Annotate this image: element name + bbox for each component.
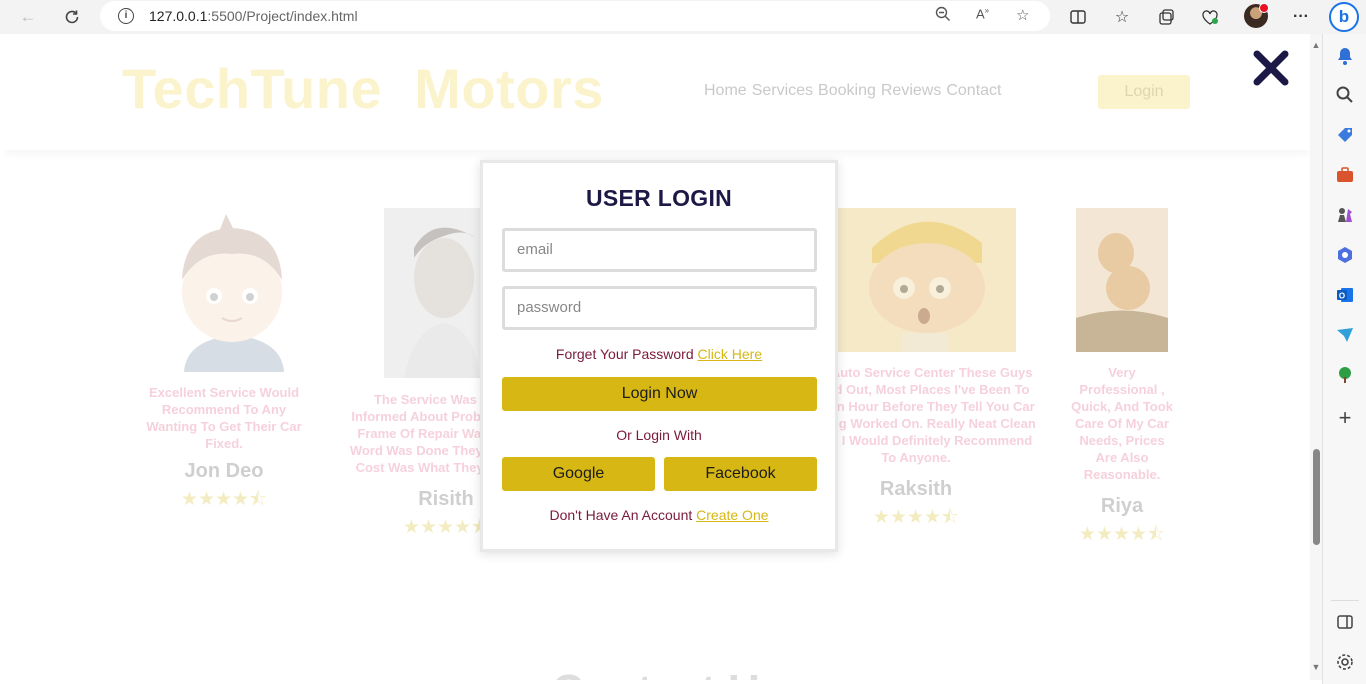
tools-briefcase-icon[interactable] [1335, 165, 1355, 185]
browser-toolbar: ← i 127.0.0.1:5500/Project/index.html A»… [0, 0, 1366, 34]
rating-stars: ★★★★⯪ [180, 489, 268, 510]
login-now-button[interactable]: Login Now [502, 377, 817, 411]
login-modal: USER LOGIN email password Forget Your Pa… [480, 160, 838, 552]
notifications-icon[interactable] [1335, 46, 1355, 66]
rating-stars: ★★★★⯪ [1078, 524, 1166, 545]
reviewer-photo-jon [182, 214, 284, 372]
url-text[interactable]: 127.0.0.1:5500/Project/index.html [149, 8, 358, 24]
page-scrollbar[interactable]: ▲ ▼ [1310, 34, 1322, 680]
nav-home[interactable]: Home [704, 82, 747, 100]
scroll-up-icon[interactable]: ▲ [1311, 40, 1321, 50]
edge-sidebar: O + [1322, 34, 1366, 684]
close-icon[interactable] [1251, 48, 1291, 88]
site-info-icon[interactable]: i [118, 8, 134, 24]
outlook-icon[interactable]: O [1335, 285, 1355, 305]
nav-contact[interactable]: Contact [946, 82, 1001, 100]
reviewer-photo-risith [384, 208, 480, 378]
scroll-thumb[interactable] [1313, 449, 1320, 545]
send-icon[interactable] [1335, 325, 1355, 345]
google-login-button[interactable]: Google [502, 457, 655, 491]
hide-sidebar-icon[interactable] [1335, 612, 1355, 632]
add-icon[interactable]: + [1335, 407, 1355, 429]
zoom-out-icon[interactable] [935, 6, 951, 26]
browser-essentials-icon[interactable] [1198, 5, 1222, 29]
profile-avatar[interactable] [1244, 3, 1269, 28]
reviewer-name: Jon Deo [184, 460, 264, 482]
settings-gear-icon[interactable] [1335, 652, 1355, 672]
nav-reviews[interactable]: Reviews [881, 82, 941, 100]
facebook-login-button[interactable]: Facebook [664, 457, 817, 491]
review-card-1: Excellent Service Would Recommend To Any… [136, 384, 312, 517]
svg-text:O: O [1339, 292, 1345, 301]
review-card-4: Very Professional , Quick, And Took Care… [1070, 364, 1174, 552]
password-field[interactable]: password [502, 286, 817, 330]
contact-heading: Contact Us [552, 666, 784, 680]
favorite-star-icon[interactable]: ☆ [1016, 6, 1029, 24]
email-field[interactable]: email [502, 228, 817, 272]
or-login-with-text: Or Login With [616, 427, 702, 443]
search-icon[interactable] [1335, 85, 1355, 105]
copilot-icon[interactable]: b [1329, 2, 1359, 32]
forgot-password-link[interactable]: Click Here [698, 346, 763, 362]
shopping-tag-icon[interactable] [1335, 125, 1355, 145]
no-account-text: Don't Have An Account [549, 507, 697, 523]
review-text: Excellent Service Would Recommend To Any… [146, 385, 302, 451]
forgot-password-text: Forget Your Password [555, 346, 698, 362]
more-options-icon[interactable]: ··· [1289, 5, 1313, 29]
create-account-link[interactable]: Create One [696, 507, 768, 523]
games-icon[interactable] [1335, 205, 1355, 225]
read-aloud-icon[interactable]: A» [976, 6, 989, 21]
tree-icon[interactable] [1335, 365, 1355, 385]
sidebar-divider [1331, 600, 1359, 601]
favorites-icon[interactable]: ☆ [1110, 5, 1134, 29]
reviewer-photo-raksith [832, 208, 1016, 352]
collections-icon[interactable] [1154, 5, 1178, 29]
reviewer-name: Riya [1100, 495, 1144, 517]
site-header: TechTune Motors Home Services Booking Re… [4, 34, 1310, 150]
signup-line: Don't Have An Account Create One [483, 507, 835, 523]
site-nav: Home Services Booking Reviews Contact [704, 82, 1001, 100]
back-icon[interactable]: ← [16, 5, 40, 29]
nav-services[interactable]: Services [752, 82, 813, 100]
site-login-button[interactable]: Login [1098, 75, 1190, 109]
page-viewport: TechTune Motors Home Services Booking Re… [4, 34, 1310, 680]
split-screen-icon[interactable] [1066, 5, 1090, 29]
modal-title: USER LOGIN [585, 185, 733, 211]
forgot-password-line: Forget Your Password Click Here [483, 346, 835, 362]
review-text: Very Professional , Quick, And Took Care… [1071, 365, 1173, 482]
address-bar[interactable]: i 127.0.0.1:5500/Project/index.html A» ☆ [100, 1, 1050, 31]
copilot-app-icon[interactable] [1335, 245, 1355, 265]
nav-booking[interactable]: Booking [818, 82, 876, 100]
scroll-down-icon[interactable]: ▼ [1311, 662, 1321, 672]
site-brand: TechTune Motors [122, 57, 604, 120]
reviewer-photo-riya [1076, 208, 1168, 352]
refresh-icon[interactable] [60, 5, 84, 29]
